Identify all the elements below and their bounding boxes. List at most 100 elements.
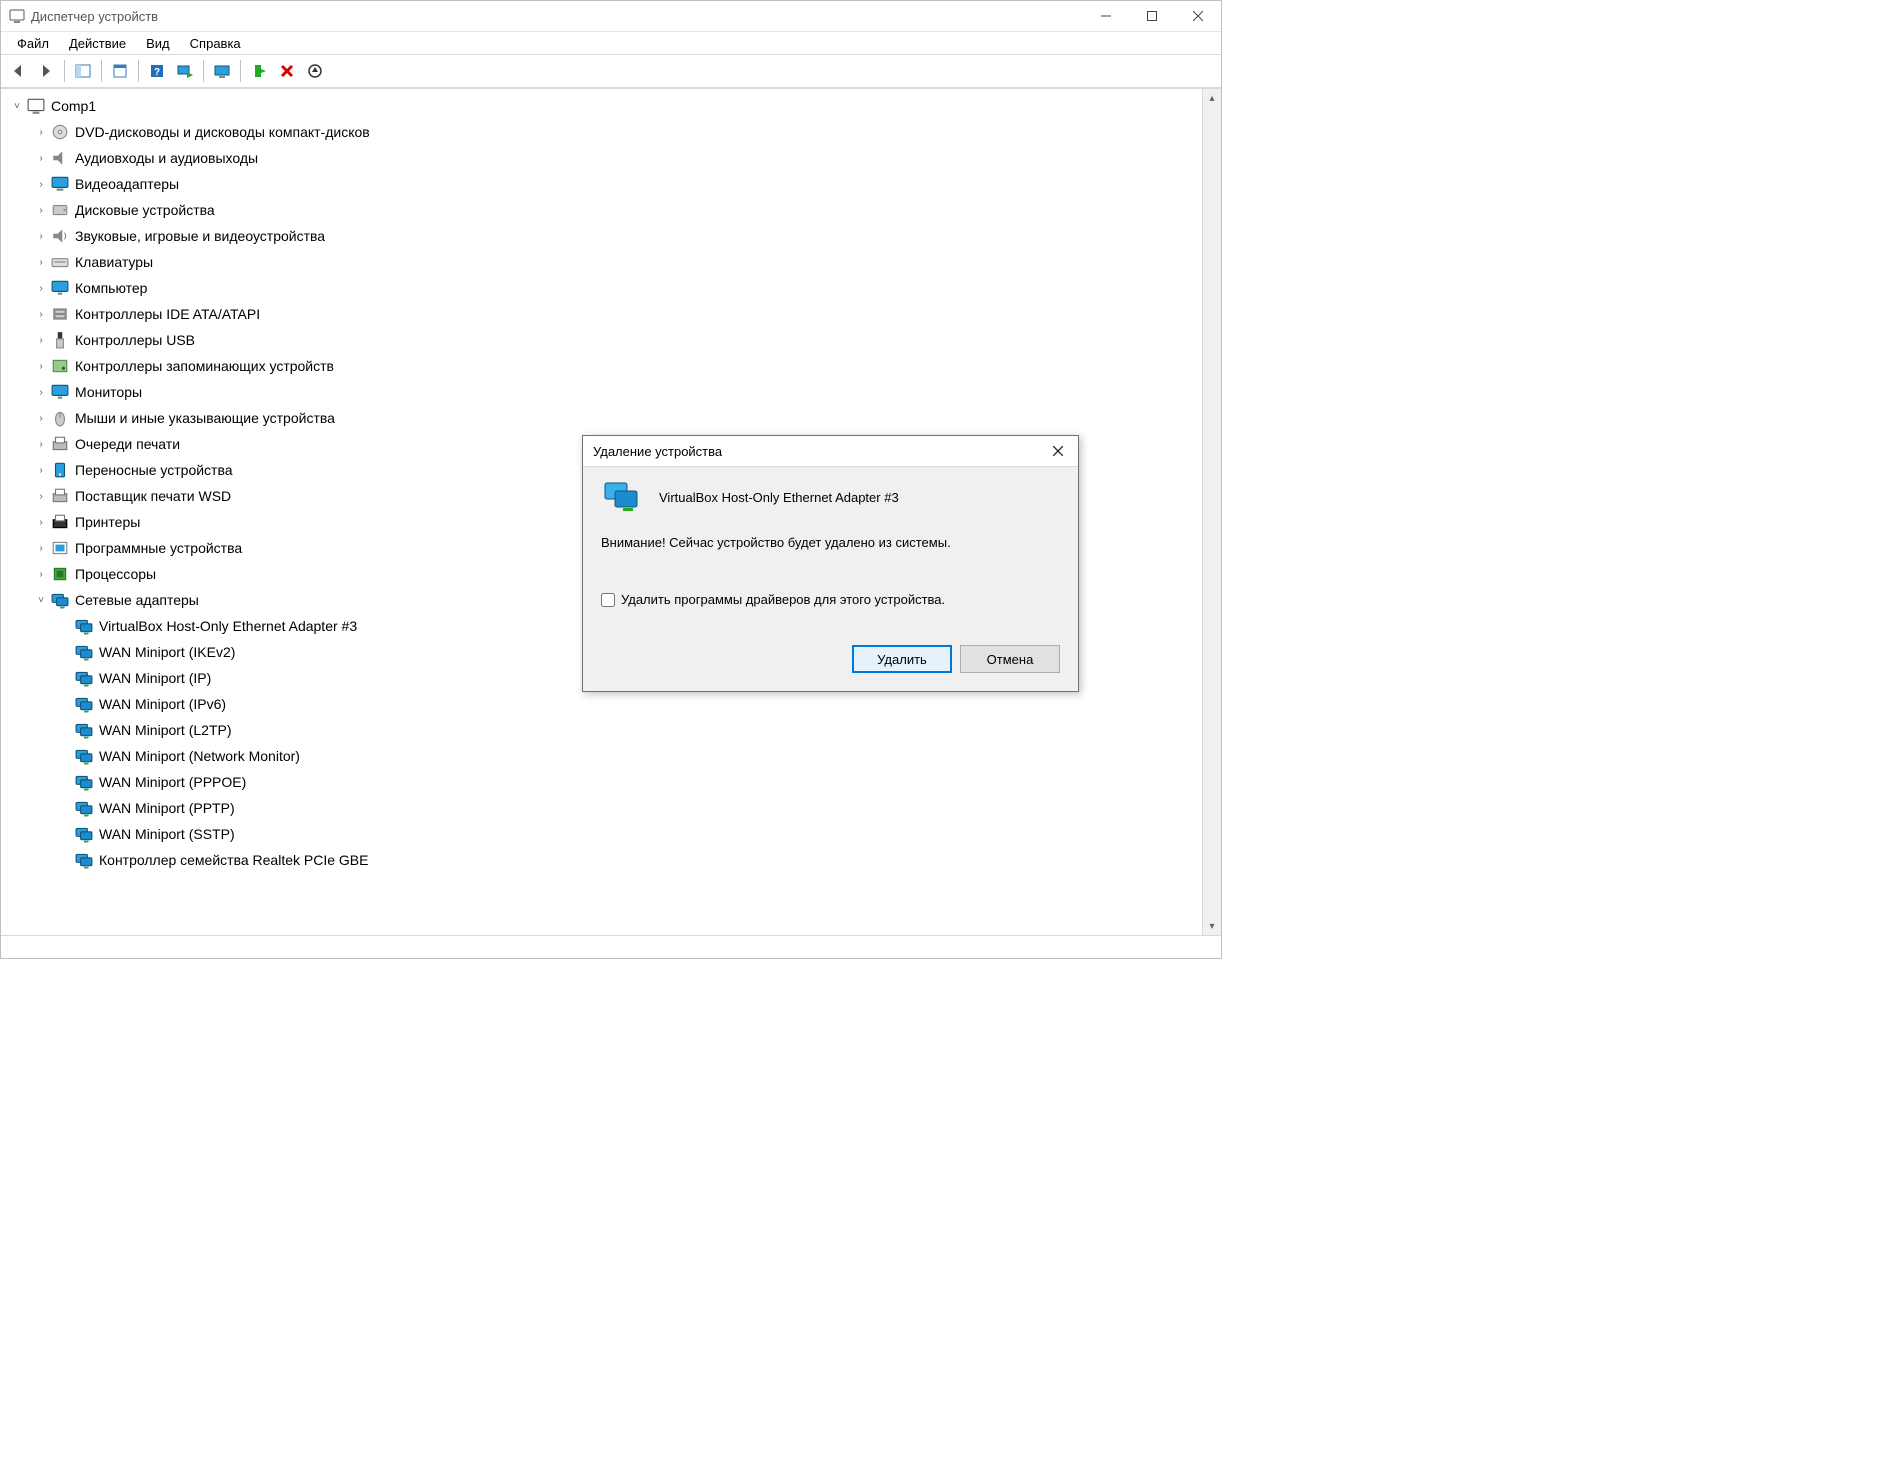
eject-button[interactable]	[302, 58, 328, 84]
expand-icon[interactable]: ›	[33, 254, 49, 270]
network-adapter-icon	[75, 851, 93, 869]
update-driver-button[interactable]	[209, 58, 235, 84]
maximize-button[interactable]	[1129, 1, 1175, 31]
expand-icon[interactable]: ›	[33, 358, 49, 374]
uninstall-device-dialog: Удаление устройства VirtualBox Host-Only…	[582, 435, 1079, 692]
tree-category-display[interactable]: ›Видеоадаптеры	[3, 171, 1202, 197]
display-icon	[51, 175, 69, 193]
expand-icon[interactable]: ›	[33, 332, 49, 348]
tree-category-sound[interactable]: ›Звуковые, игровые и видеоустройства	[3, 223, 1202, 249]
expand-icon[interactable]: ›	[33, 514, 49, 530]
tree-item-label: Сетевые адаптеры	[75, 592, 207, 608]
cancel-button[interactable]: Отмена	[960, 645, 1060, 673]
sound-icon	[51, 227, 69, 245]
tree-category-storage[interactable]: › Контроллеры запоминающих устройств	[3, 353, 1202, 379]
monitor-icon	[51, 383, 69, 401]
usb-icon	[51, 331, 69, 349]
tree-item-label: WAN Miniport (L2TP)	[99, 722, 240, 738]
uninstall-device-button[interactable]	[274, 58, 300, 84]
expand-icon[interactable]: ›	[33, 566, 49, 582]
tree-device-network-7[interactable]: WAN Miniport (PPTP)	[3, 795, 1202, 821]
delete-driver-checkbox-label: Удалить программы драйверов для этого ус…	[621, 592, 945, 607]
tree-category-computer[interactable]: ›Компьютер	[3, 275, 1202, 301]
tree-item-label: Мыши и иные указывающие устройства	[75, 410, 343, 426]
tree-device-network-4[interactable]: WAN Miniport (L2TP)	[3, 717, 1202, 743]
tree-spacer	[57, 618, 73, 634]
help-button[interactable]: ?	[144, 58, 170, 84]
tree-item-label: WAN Miniport (IPv6)	[99, 696, 234, 712]
expand-icon[interactable]: ›	[33, 462, 49, 478]
tree-category-ide[interactable]: ›Контроллеры IDE ATA/ATAPI	[3, 301, 1202, 327]
uninstall-confirm-button[interactable]: Удалить	[852, 645, 952, 673]
tree-item-label: Мониторы	[75, 384, 150, 400]
enable-device-button[interactable]	[246, 58, 272, 84]
tree-item-label: Принтеры	[75, 514, 148, 530]
tree-category-disk[interactable]: ›Дисковые устройства	[3, 197, 1202, 223]
portable-icon	[51, 461, 69, 479]
expand-icon[interactable]: ›	[33, 488, 49, 504]
tree-spacer	[57, 774, 73, 790]
collapse-icon[interactable]: ˅	[33, 592, 49, 608]
scroll-down-button[interactable]: ▾	[1203, 917, 1221, 935]
vertical-scrollbar[interactable]: ▴ ▾	[1202, 89, 1221, 935]
tree-item-label: Контроллеры запоминающих устройств	[75, 358, 342, 374]
scan-hardware-button[interactable]	[172, 58, 198, 84]
tree-spacer	[57, 644, 73, 660]
tree-item-label: Программные устройства	[75, 540, 250, 556]
properties-button[interactable]	[107, 58, 133, 84]
statusbar	[1, 935, 1221, 958]
dialog-button-row: Удалить Отмена	[601, 645, 1060, 673]
menu-help[interactable]: Справка	[180, 34, 251, 53]
tree-root-computer[interactable]: ˅ Comp1	[3, 93, 1202, 119]
tree-category-dvd[interactable]: ›DVD-дисководы и дисководы компакт-диско…	[3, 119, 1202, 145]
tree-category-mouse[interactable]: › Мыши и иные указывающие устройства	[3, 405, 1202, 431]
tree-device-network-9[interactable]: Контроллер семейства Realtek PCIe GBE	[3, 847, 1202, 873]
network-icon	[51, 591, 69, 609]
dialog-close-button[interactable]	[1038, 436, 1078, 466]
expand-icon[interactable]: ›	[33, 150, 49, 166]
tree-item-label: Comp1	[51, 98, 104, 114]
titlebar: Диспетчер устройств	[1, 1, 1221, 32]
expand-icon[interactable]: ›	[33, 124, 49, 140]
tree-device-network-5[interactable]: WAN Miniport (Network Monitor)	[3, 743, 1202, 769]
show-hide-tree-button[interactable]	[70, 58, 96, 84]
collapse-icon[interactable]: ˅	[9, 98, 25, 114]
keyboard-icon	[51, 253, 69, 271]
menu-file[interactable]: Файл	[7, 34, 59, 53]
scroll-up-button[interactable]: ▴	[1203, 89, 1221, 107]
tree-item-label: Контроллер семейства Realtek PCIe GBE	[99, 852, 376, 868]
menu-action[interactable]: Действие	[59, 34, 136, 53]
tree-category-keyboard[interactable]: ›Клавиатуры	[3, 249, 1202, 275]
menu-view[interactable]: Вид	[136, 34, 180, 53]
menubar: Файл Действие Вид Справка	[1, 32, 1221, 55]
close-button[interactable]	[1175, 1, 1221, 31]
printer-icon	[51, 513, 69, 531]
tree-category-monitor[interactable]: › Мониторы	[3, 379, 1202, 405]
expand-icon[interactable]: ›	[33, 280, 49, 296]
network-adapter-icon	[75, 695, 93, 713]
dialog-body: VirtualBox Host-Only Ethernet Adapter #3…	[583, 467, 1078, 691]
tree-device-network-3[interactable]: WAN Miniport (IPv6)	[3, 691, 1202, 717]
tree-spacer	[57, 800, 73, 816]
back-button[interactable]	[5, 58, 31, 84]
forward-button[interactable]	[33, 58, 59, 84]
network-adapter-icon	[75, 721, 93, 739]
delete-driver-checkbox[interactable]	[601, 593, 615, 607]
printq-icon	[51, 435, 69, 453]
expand-icon[interactable]: ›	[33, 176, 49, 192]
expand-icon[interactable]: ›	[33, 410, 49, 426]
expand-icon[interactable]: ›	[33, 306, 49, 322]
network-adapter-icon	[601, 481, 641, 513]
tree-category-audio[interactable]: ›Аудиовходы и аудиовыходы	[3, 145, 1202, 171]
delete-driver-checkbox-row[interactable]: Удалить программы драйверов для этого ус…	[601, 592, 1060, 607]
expand-icon[interactable]: ›	[33, 436, 49, 452]
expand-icon[interactable]: ›	[33, 202, 49, 218]
minimize-button[interactable]	[1083, 1, 1129, 31]
cpu-icon	[51, 565, 69, 583]
tree-category-usb[interactable]: ›Контроллеры USB	[3, 327, 1202, 353]
expand-icon[interactable]: ›	[33, 384, 49, 400]
tree-device-network-6[interactable]: WAN Miniport (PPPOE)	[3, 769, 1202, 795]
expand-icon[interactable]: ›	[33, 228, 49, 244]
expand-icon[interactable]: ›	[33, 540, 49, 556]
tree-device-network-8[interactable]: WAN Miniport (SSTP)	[3, 821, 1202, 847]
